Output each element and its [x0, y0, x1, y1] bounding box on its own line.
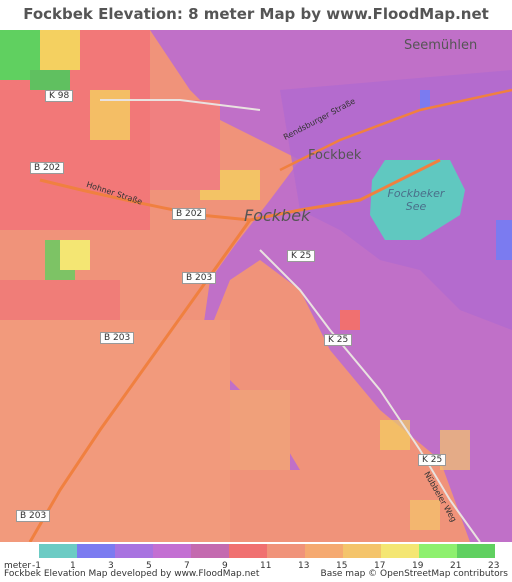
- high-cell-3: [410, 500, 440, 530]
- high-zone-4: [90, 90, 130, 140]
- legend-tick-label: 13: [298, 561, 310, 571]
- road-label-b203-south[interactable]: B 203: [16, 510, 51, 522]
- mid-zone-3: [0, 280, 120, 320]
- legend-swatch: [343, 544, 381, 558]
- road-label-b203-mid[interactable]: B 203: [100, 332, 135, 344]
- road-label-b202-west[interactable]: B 202: [30, 162, 65, 174]
- elevation-map[interactable]: Seemühlen Fockbek Fockbek Fockbeker See …: [0, 30, 512, 542]
- legend-swatch: [191, 544, 229, 558]
- high-zone-2: [40, 30, 80, 70]
- footer-credit-floodmap[interactable]: Fockbek Elevation Map developed by www.F…: [4, 569, 259, 579]
- high-zone-7: [60, 240, 90, 270]
- road-label-b202-center[interactable]: B 202: [172, 208, 207, 220]
- high-zone-3: [30, 70, 70, 90]
- road-label-k25-c[interactable]: K 25: [418, 454, 447, 466]
- legend-swatch: [39, 544, 77, 558]
- legend-swatch: [77, 544, 115, 558]
- water-feature-east: [496, 220, 512, 260]
- south-plain-2: [230, 390, 290, 470]
- road-label-k98[interactable]: K 98: [45, 90, 74, 102]
- south-plain: [0, 320, 230, 542]
- legend-swatch: [153, 544, 191, 558]
- legend-swatch: [419, 544, 457, 558]
- footer-credit-osm[interactable]: Base map © OpenStreetMap contributors: [321, 569, 508, 579]
- legend-color-bar: [39, 544, 495, 558]
- high-cell-1: [380, 420, 410, 450]
- legend-swatch: [229, 544, 267, 558]
- mid-zone-2: [150, 100, 220, 190]
- legend-tick-label: 11: [260, 561, 272, 571]
- legend-swatch: [305, 544, 343, 558]
- road-label-k25-a[interactable]: K 25: [287, 250, 316, 262]
- legend-swatch: [381, 544, 419, 558]
- legend-swatch: [267, 544, 305, 558]
- page-title: Fockbek Elevation: 8 meter Map by www.Fl…: [23, 5, 489, 51]
- legend-swatch: [457, 544, 495, 558]
- mid-cell-1: [340, 310, 360, 330]
- road-label-b203-north[interactable]: B 203: [182, 272, 217, 284]
- legend-swatch: [115, 544, 153, 558]
- road-label-k25-b[interactable]: K 25: [324, 334, 353, 346]
